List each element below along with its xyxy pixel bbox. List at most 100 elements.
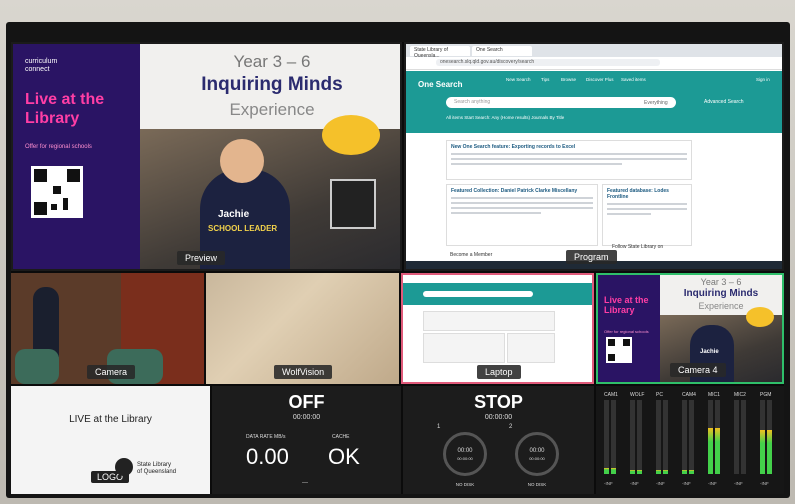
preview-tile[interactable]: curriculum connect Live at the Library O… [11, 42, 402, 271]
meter-fill [604, 468, 609, 474]
library-title-tile[interactable]: LIVE at the Library LOGO State Library o… [11, 386, 210, 494]
nav-new-search[interactable]: New Search [506, 77, 531, 82]
shirt-name: Jachie [218, 209, 250, 220]
disk2-number: 2 [509, 424, 513, 430]
program-title: Inquiring Minds [201, 74, 343, 95]
meter-label-pgm: PGM [760, 392, 772, 398]
meter-fill [637, 470, 642, 474]
url-text: onesearch.slq.qld.gov.au/discovery/searc… [436, 59, 660, 66]
meter-bar-pc-2 [663, 400, 668, 474]
slq-logo-icon [115, 458, 133, 476]
meter-bar-wolf-2 [637, 400, 642, 474]
camera4-tile[interactable]: Live at the Library Offer for regional s… [596, 273, 784, 384]
meter-fill [760, 430, 765, 474]
news-card[interactable]: New One Search feature: Exporting record… [446, 140, 692, 180]
record-footer: --- [302, 480, 308, 486]
meter-readout: -INF [630, 481, 639, 486]
search-scope[interactable]: Everything [644, 100, 668, 106]
cache-label: CACHE [332, 434, 350, 440]
speech-bubble [322, 115, 380, 155]
audio-meters-tile[interactable]: CAM1 -INF WOLF -INF PC -INF CAM4 -INF MIC1 -INF MI… [596, 386, 784, 494]
site-title: One Search [418, 80, 463, 89]
disk2-no-disk: NO DISK [527, 482, 547, 487]
brand-logo: curriculum connect [25, 58, 57, 74]
qr-code-icon [31, 166, 83, 218]
cam4-year: Year 3 – 6 [700, 277, 742, 287]
meter-bar-mic1-1 [708, 400, 713, 474]
meter-fill [689, 470, 694, 474]
browser-tab-bar: State Library of Queensla... One Search [406, 44, 782, 59]
search-input[interactable]: Search anything [446, 97, 676, 108]
nav-saved-items[interactable]: Saved items [621, 77, 646, 82]
meter-label-wolf: WOLF [630, 392, 645, 398]
disk1-subtime: 00:00:00 [457, 456, 473, 461]
shirt-text: SCHOOL LEADER [208, 224, 278, 233]
featured-collection-card[interactable]: Featured Collection: Daniel Patrick Clar… [446, 184, 598, 246]
cam4-shirt-name: Jachie [700, 349, 719, 355]
cam4-qr-code-icon [606, 337, 632, 363]
library-title-text: LIVE at the Library [69, 414, 152, 425]
preview-brand-panel: curriculum connect Live at the Library O… [13, 44, 140, 269]
brand-line-2: connect [25, 66, 50, 73]
meter-label-mic2: MIC2 [734, 392, 746, 398]
camera-tile[interactable]: Camera [11, 273, 204, 384]
meter-bar-pc-1 [656, 400, 661, 474]
nav-discover-plus[interactable]: Discover Plus [586, 77, 614, 82]
tablet-device [330, 179, 376, 229]
meter-bar-mic1-2 [715, 400, 720, 474]
stream-status-tile[interactable]: STOP 00:00:00 1 2 00:00 00:00 00:00:00 0… [403, 386, 594, 494]
record-time: 00:00:00 [292, 414, 321, 421]
disk1-time: 00:00 [457, 448, 473, 454]
meter-fill [715, 428, 720, 474]
nav-tips[interactable]: Tips [541, 77, 549, 82]
address-bar[interactable]: onesearch.slq.qld.gov.au/discovery/searc… [406, 57, 782, 70]
meter-readout: -INF [734, 481, 743, 486]
org-line-2: of Queensland [137, 469, 177, 475]
become-member-link[interactable]: Become a Member [450, 252, 492, 258]
advanced-search-link[interactable]: Advanced Search [704, 99, 743, 105]
camera-label: Camera [87, 365, 136, 379]
meter-bar-cam4-2 [689, 400, 694, 474]
org-line-1: State Library [137, 462, 172, 468]
disk1-dial-icon [443, 432, 487, 476]
org-name: State Library of Queensland [137, 462, 176, 476]
laptop-card-2 [423, 333, 505, 363]
disk1-number: 1 [437, 424, 441, 430]
laptop-tile[interactable]: Laptop [401, 273, 594, 384]
meter-readout: -INF [708, 481, 717, 486]
recording-status-tile[interactable]: OFF 00:00:00 DATA RATE MB/s 0.00 CACHE O… [212, 386, 401, 494]
disk2-dial-icon [515, 432, 559, 476]
disk2-time: 00:00 [529, 448, 545, 454]
cam4-speech-bubble [746, 307, 774, 327]
featured-collection-title: Featured Collection: Daniel Patrick Clar… [451, 188, 578, 194]
meter-label-cam1: CAM1 [604, 392, 618, 398]
meter-label-cam4: CAM4 [682, 392, 696, 398]
preview-label: Preview [177, 251, 226, 265]
stream-time: 00:00:00 [484, 414, 513, 421]
cache-value: OK [328, 444, 360, 469]
student-photo: Jachie SCHOOL LEADER [140, 115, 400, 269]
browser-tab[interactable]: State Library of Queensla... [410, 46, 470, 59]
disk2-subtime: 00:00:00 [529, 456, 545, 461]
camera4-label: Camera 4 [670, 363, 726, 377]
student-head [220, 139, 264, 183]
browser-tab-active[interactable]: One Search [472, 46, 532, 56]
meter-label-pc: PC [656, 392, 663, 398]
disk1-no-disk: NO DISK [455, 482, 475, 487]
preview-content-panel: Year 3 – 6 Inquiring Minds Experience Ja… [140, 44, 400, 269]
filter-chips[interactable]: All items Start Search: Any (Home result… [446, 115, 564, 120]
wolfvision-tile[interactable]: WolfVision [206, 273, 399, 384]
nav-sign-in[interactable]: Sign in [756, 77, 770, 82]
program-tile[interactable]: State Library of Queensla... One Search … [404, 42, 784, 271]
meter-bar-cam1-1 [604, 400, 609, 474]
meter-bar-cam4-1 [682, 400, 687, 474]
record-status: OFF [288, 392, 325, 412]
meter-fill [611, 468, 616, 474]
nav-browse[interactable]: Browse [561, 77, 576, 82]
meter-fill [656, 470, 661, 474]
meter-bar-pgm-1 [760, 400, 765, 474]
meter-fill [663, 470, 668, 474]
featured-database-card[interactable]: Featured database: Lodes Frontline [602, 184, 692, 246]
cam4-brand-panel: Live at the Library Offer for regional s… [598, 275, 660, 382]
cam4-title: Inquiring Minds [683, 288, 759, 299]
